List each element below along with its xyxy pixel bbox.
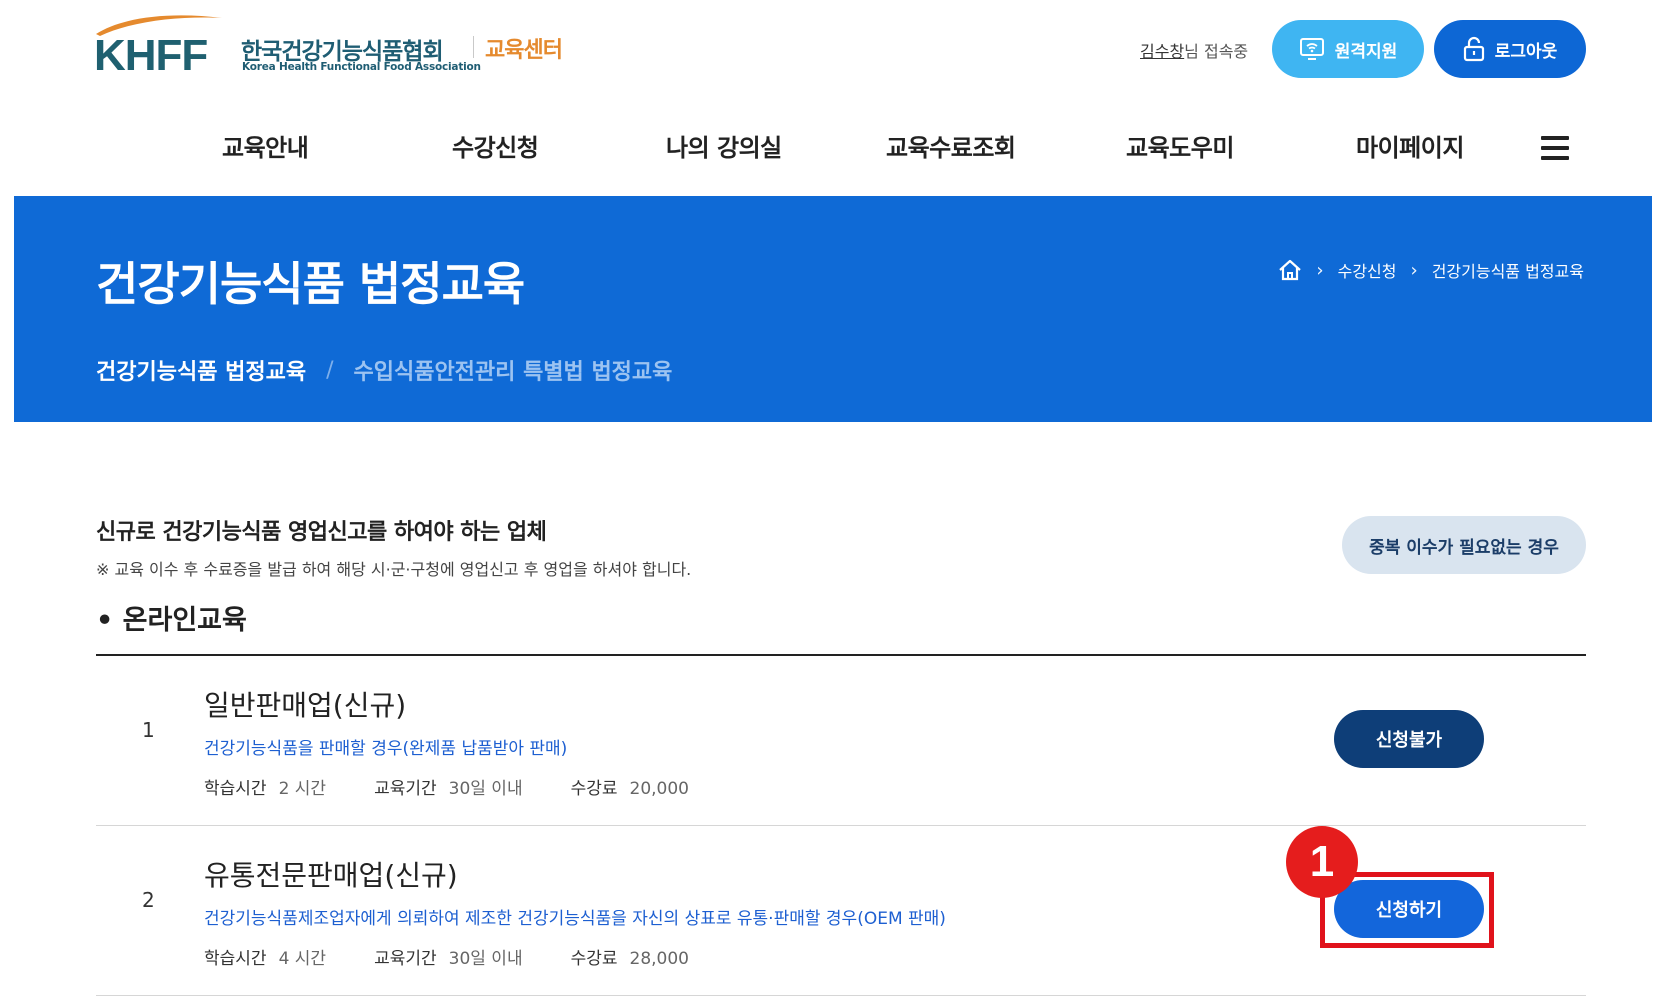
apply-unavailable-button[interactable]: 신청불가 bbox=[1334, 710, 1484, 768]
logo-divider bbox=[473, 36, 474, 58]
hours-label: 학습시간 bbox=[204, 779, 267, 799]
row-divider bbox=[96, 995, 1586, 996]
breadcrumb-item-current[interactable]: 건강기능식품 법정교육 bbox=[1432, 258, 1584, 282]
course-description: 건강기능식품을 판매할 경우(완제품 납품받아 판매) bbox=[204, 739, 568, 759]
breadcrumb-chevron-icon: › bbox=[1316, 259, 1324, 281]
hours-label: 학습시간 bbox=[204, 949, 267, 969]
nav-item-education-helper[interactable]: 교육도우미 bbox=[1126, 128, 1234, 163]
hours-value: 4 시간 bbox=[278, 949, 327, 969]
remote-support-label: 원격지원 bbox=[1334, 41, 1398, 62]
hours-value: 2 시간 bbox=[278, 779, 327, 799]
logo-education-center: 교육센터 bbox=[485, 38, 563, 63]
hamburger-menu-icon[interactable] bbox=[1541, 136, 1569, 160]
fee-value: 28,000 bbox=[629, 949, 689, 969]
logout-button[interactable]: 로그아웃 bbox=[1434, 20, 1586, 78]
main-nav: 교육안내 수강신청 나의 강의실 교육수료조회 교육도우미 마이페이지 bbox=[0, 128, 1660, 168]
course-title: 일반판매업(신규) bbox=[204, 689, 407, 722]
fee-label: 수강료 bbox=[570, 949, 618, 969]
tab-import-food-legal[interactable]: 수입식품안전관리 특별법 법정교육 bbox=[353, 354, 672, 386]
course-meta: 학습시간 4 시간 교육기간 30일 이내 수강료 28,000 bbox=[204, 944, 689, 969]
section-title: 신규로 건강기능식품 영업신고를 하여야 하는 업체 bbox=[96, 520, 547, 545]
period-value: 30일 이내 bbox=[448, 779, 523, 799]
online-education-heading: • 온라인교육 bbox=[96, 605, 247, 636]
tab-health-food-legal[interactable]: 건강기능식품 법정교육 bbox=[96, 354, 306, 386]
section-note: ※ 교육 이수 후 수료증을 발급 하여 해당 시·군·구청에 영업신고 후 영… bbox=[96, 560, 692, 579]
site-logo[interactable]: KHFF 한국건강기능식품협회 Korea Health Functional … bbox=[94, 12, 594, 78]
fee-label: 수강료 bbox=[570, 779, 618, 799]
period-value: 30일 이내 bbox=[448, 949, 523, 969]
remote-support-button[interactable]: 원격지원 bbox=[1272, 20, 1424, 78]
period-label: 교육기간 bbox=[374, 949, 437, 969]
course-meta: 학습시간 2 시간 교육기간 30일 이내 수강료 20,000 bbox=[204, 774, 689, 799]
unlock-icon bbox=[1463, 36, 1484, 62]
nav-item-course-registration[interactable]: 수강신청 bbox=[452, 128, 539, 163]
tab-separator: / bbox=[326, 357, 334, 383]
course-description: 건강기능식품제조업자에게 의뢰하여 제조한 건강기능식품을 자신의 상표로 유통… bbox=[204, 909, 946, 929]
annotation-step-badge: 1 bbox=[1286, 826, 1358, 898]
fee-value: 20,000 bbox=[629, 779, 689, 799]
course-title: 유통전문판매업(신규) bbox=[204, 859, 458, 892]
logo-mark: KHFF bbox=[94, 31, 208, 80]
nav-item-education-guide[interactable]: 교육안내 bbox=[222, 128, 309, 163]
period-label: 교육기간 bbox=[374, 779, 437, 799]
breadcrumb-chevron-icon: › bbox=[1410, 259, 1418, 281]
logo-english-name: Korea Health Functional Food Association bbox=[242, 61, 481, 73]
user-name[interactable]: 김수창 bbox=[1140, 42, 1184, 61]
remote-monitor-icon bbox=[1299, 38, 1324, 60]
page-title: 건강기능식품 법정교육 bbox=[96, 257, 525, 311]
nav-item-my-classroom[interactable]: 나의 강의실 bbox=[666, 128, 782, 163]
breadcrumb-item-registration[interactable]: 수강신청 bbox=[1338, 258, 1397, 282]
course-row: 1 일반판매업(신규) 건강기능식품을 판매할 경우(완제품 납품받아 판매) … bbox=[96, 656, 1586, 826]
page-banner: 건강기능식품 법정교육 › 수강신청 › 건강기능식품 법정교육 건강기능식품 … bbox=[14, 196, 1652, 422]
home-icon[interactable] bbox=[1278, 259, 1302, 281]
breadcrumb: › 수강신청 › 건강기능식품 법정교육 bbox=[1278, 258, 1584, 282]
nav-item-my-page[interactable]: 마이페이지 bbox=[1356, 128, 1464, 163]
user-status-suffix: 님 접속중 bbox=[1184, 42, 1249, 61]
user-status: 김수창님 접속중 bbox=[1140, 38, 1248, 62]
category-tabs: 건강기능식품 법정교육 / 수입식품안전관리 특별법 법정교육 bbox=[96, 354, 672, 386]
course-number: 2 bbox=[142, 888, 155, 912]
nav-item-completion-lookup[interactable]: 교육수료조회 bbox=[886, 128, 1016, 163]
course-number: 1 bbox=[142, 718, 155, 742]
no-duplicate-button[interactable]: 중복 이수가 필요없는 경우 bbox=[1342, 516, 1586, 574]
logout-label: 로그아웃 bbox=[1494, 41, 1558, 62]
